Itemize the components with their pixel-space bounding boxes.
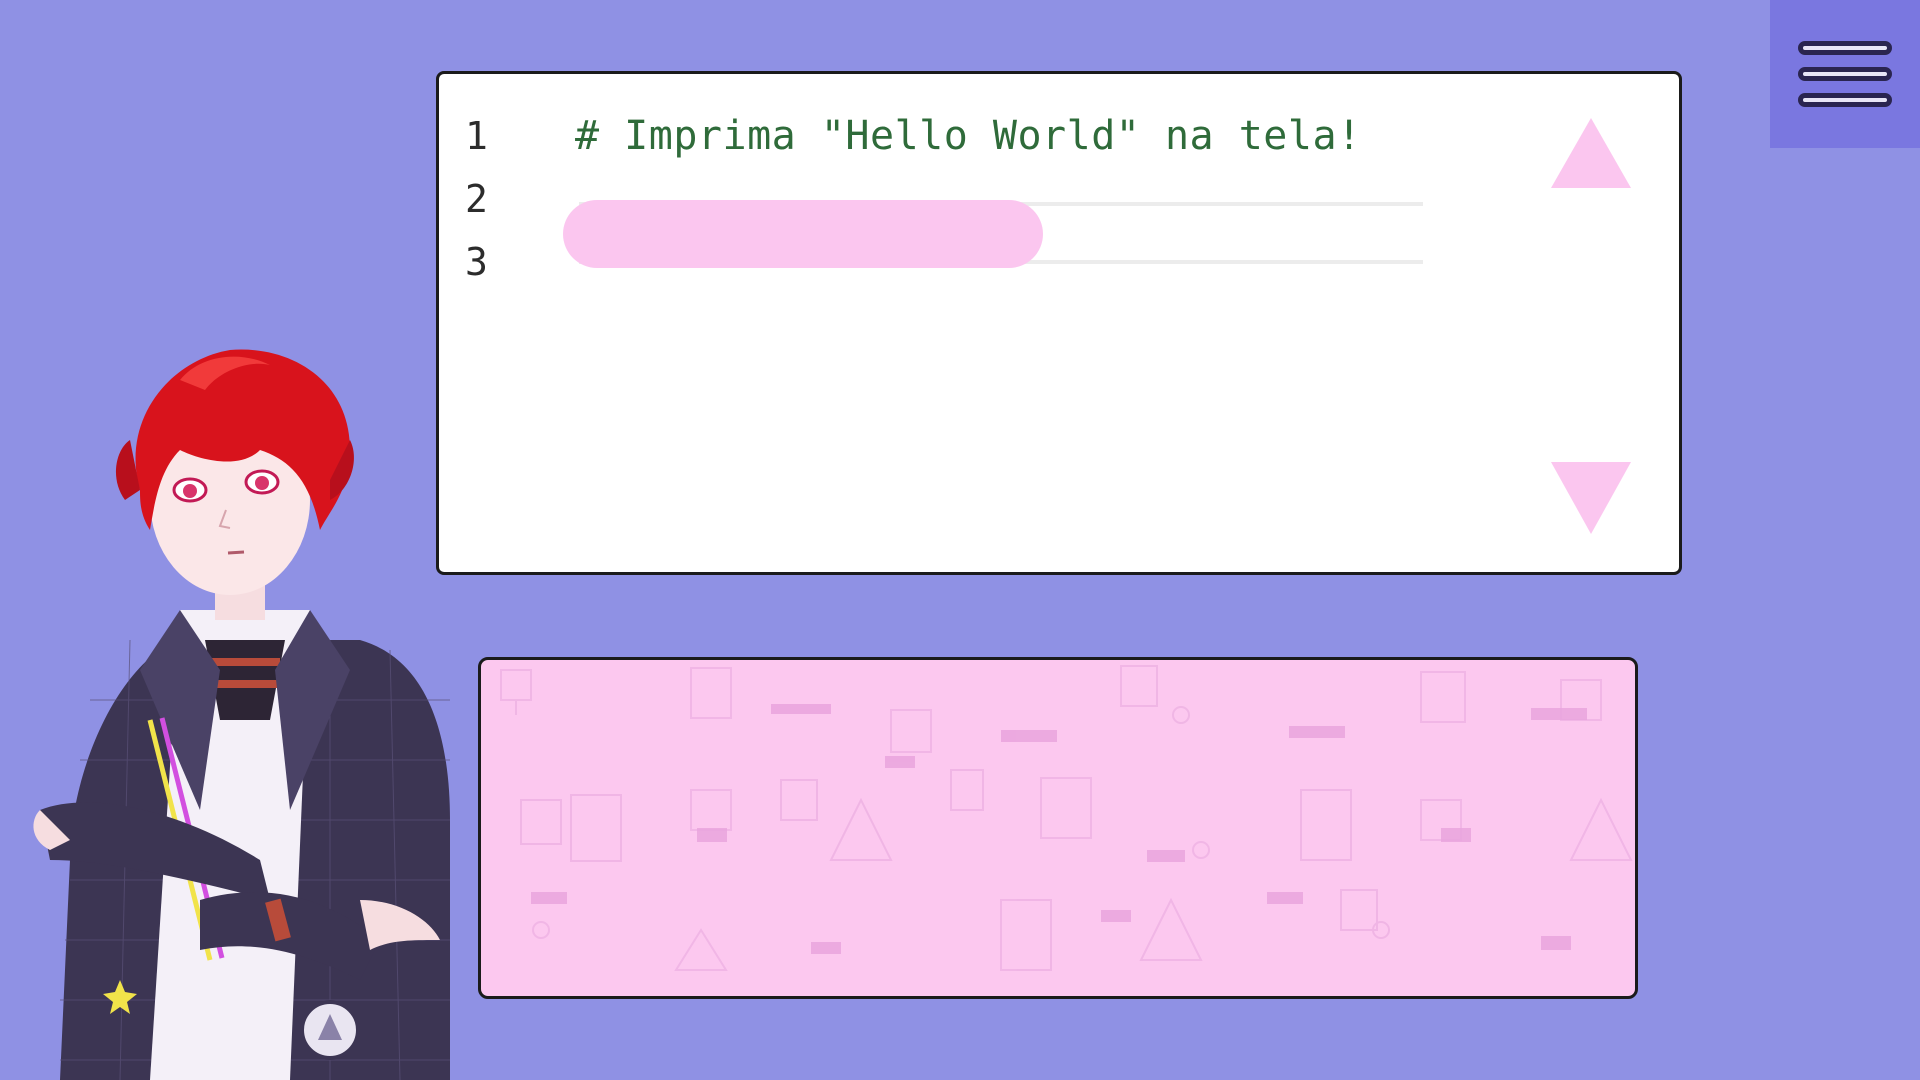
line-number: 2 (465, 177, 488, 221)
character-portrait (33, 349, 450, 1080)
menu-bar-top (1798, 41, 1892, 55)
triangle-up-icon[interactable] (1551, 118, 1631, 188)
code-comment: # Imprima "Hello World" na tela! (575, 113, 1362, 159)
triangle-down-icon[interactable] (1551, 462, 1631, 534)
code-answer-slot[interactable] (563, 200, 1043, 268)
answer-options-panel[interactable] (478, 657, 1638, 999)
code-editor-panel: 1 # Imprima "Hello World" na tela! 2 3 (436, 71, 1682, 575)
game-screen: 1 # Imprima "Hello World" na tela! 2 3 (0, 0, 1920, 1080)
hamburger-menu-button[interactable] (1770, 0, 1920, 148)
menu-bar-middle (1798, 67, 1892, 81)
background-pattern (500, 665, 1633, 971)
line-number: 3 (465, 240, 488, 284)
menu-bar-bottom (1798, 93, 1892, 107)
line-number: 1 (465, 114, 488, 158)
